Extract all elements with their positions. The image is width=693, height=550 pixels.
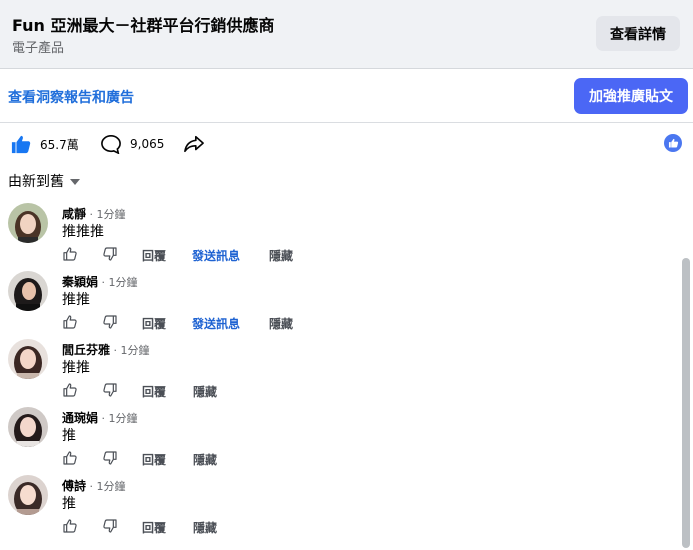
reply-button[interactable]: 回覆 [142, 451, 166, 468]
thumbs-up-outline-icon[interactable] [62, 518, 78, 534]
reply-button[interactable]: 回覆 [142, 519, 166, 536]
comment-icon [101, 134, 121, 154]
commenter-name[interactable]: 通琬娟 · 1分鐘 [62, 409, 138, 426]
comment-text: 推推 [62, 360, 90, 376]
share-button[interactable] [183, 130, 205, 158]
like-count[interactable]: 65.7萬 [10, 130, 79, 158]
share-icon [184, 135, 204, 153]
page-title: Fun 亞洲最大－社群平台行銷供應商 [12, 16, 275, 35]
thumbs-up-outline-icon[interactable] [62, 450, 78, 466]
comment-item: 秦穎娟 · 1分鐘 推推 回覆 發送訊息 隱藏 [0, 266, 680, 332]
reply-button[interactable]: 回覆 [142, 247, 166, 264]
chevron-down-icon [70, 179, 80, 185]
avatar[interactable] [8, 203, 48, 243]
comment-item: 通琬娟 · 1分鐘 推 回覆 隱藏 [0, 402, 680, 468]
thumbs-up-icon [11, 135, 31, 154]
comment-actions: 回覆 發送訊息 隱藏 [62, 246, 362, 264]
hide-button[interactable]: 隱藏 [193, 383, 217, 400]
commenter-name[interactable]: 閭丘芬雅 · 1分鐘 [62, 341, 150, 358]
thumbs-up-outline-icon[interactable] [62, 382, 78, 398]
like-count-text: 65.7萬 [40, 137, 79, 152]
comment-actions: 回覆 隱藏 [62, 382, 362, 400]
hide-button[interactable]: 隱藏 [193, 451, 217, 468]
avatar[interactable] [8, 475, 48, 515]
thumbs-up-outline-icon[interactable] [62, 246, 78, 262]
reply-button[interactable]: 回覆 [142, 383, 166, 400]
thumbs-up-outline-icon[interactable] [62, 314, 78, 330]
comment-text: 推 [62, 428, 76, 444]
commenter-name[interactable]: 咸靜 · 1分鐘 [62, 205, 126, 222]
send-message-button[interactable]: 發送訊息 [192, 315, 240, 332]
view-details-button[interactable]: 查看詳情 [596, 16, 680, 51]
hide-button[interactable]: 隱藏 [193, 519, 217, 536]
hide-button[interactable]: 隱藏 [269, 315, 293, 332]
avatar[interactable] [8, 407, 48, 447]
comment-count[interactable]: 9,065 [100, 130, 164, 158]
boost-post-button[interactable]: 加強推廣貼文 [574, 78, 688, 114]
comment-text: 推推 [62, 292, 90, 308]
comment-actions: 回覆 隱藏 [62, 450, 362, 468]
thumbs-down-outline-icon[interactable] [102, 314, 118, 330]
comment-text: 推推推 [62, 224, 104, 240]
promo-bar: 查看洞察報告和廣告 加強推廣貼文 [0, 69, 693, 123]
commenter-name[interactable]: 傅詩 · 1分鐘 [62, 477, 126, 494]
page-category: 電子產品 [12, 41, 65, 56]
sort-label: 由新到舊 [8, 174, 64, 190]
thumbs-down-outline-icon[interactable] [102, 246, 118, 262]
hide-button[interactable]: 隱藏 [269, 247, 293, 264]
commenter-name[interactable]: 秦穎娟 · 1分鐘 [62, 273, 138, 290]
comment-item: 閭丘芬雅 · 1分鐘 推推 回覆 隱藏 [0, 334, 680, 400]
page-header: Fun 亞洲最大－社群平台行銷供應商 電子產品 查看詳情 [0, 0, 693, 69]
sort-dropdown[interactable]: 由新到舊 [8, 171, 80, 191]
comment-actions: 回覆 發送訊息 隱藏 [62, 314, 362, 332]
insights-link[interactable]: 查看洞察報告和廣告 [8, 87, 134, 107]
reaction-like-icon [664, 134, 682, 152]
avatar[interactable] [8, 339, 48, 379]
comment-count-text: 9,065 [130, 137, 165, 151]
thumbs-down-outline-icon[interactable] [102, 382, 118, 398]
thumbs-down-outline-icon[interactable] [102, 518, 118, 534]
thumbs-down-outline-icon[interactable] [102, 450, 118, 466]
engagement-stats: 65.7萬 9,065 [0, 130, 693, 158]
comment-item: 傅詩 · 1分鐘 推 回覆 隱藏 [0, 470, 680, 536]
send-message-button[interactable]: 發送訊息 [192, 247, 240, 264]
reply-button[interactable]: 回覆 [142, 315, 166, 332]
comment-actions: 回覆 隱藏 [62, 518, 362, 536]
comment-text: 推 [62, 496, 76, 512]
comment-item: 咸靜 · 1分鐘 推推推 回覆 發送訊息 隱藏 [0, 198, 680, 264]
avatar[interactable] [8, 271, 48, 311]
scrollbar-thumb[interactable] [682, 258, 690, 548]
